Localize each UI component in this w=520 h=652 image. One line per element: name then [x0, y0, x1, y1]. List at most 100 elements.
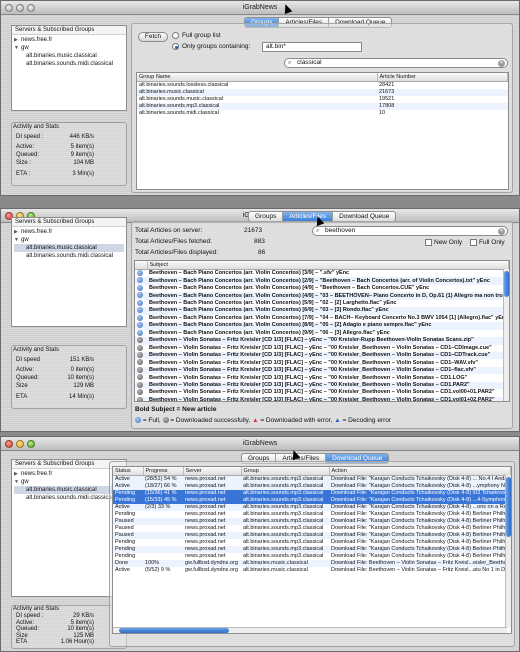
- scroll-thumb[interactable]: [504, 271, 509, 297]
- article-row[interactable]: Beethoven – Violin Sonatas – Fritz Kreis…: [135, 337, 509, 345]
- queue-row[interactable]: Pending news.proxad.net alt.binaries.sound…: [113, 539, 511, 546]
- group-item[interactable]: alt.binaries.music.classical: [14, 52, 124, 60]
- tab-articles-files[interactable]: Articles/Files: [283, 212, 334, 221]
- horizontal-scrollbar[interactable]: [113, 627, 507, 633]
- groups-table[interactable]: Group Name Article Number alt.binaries.so…: [136, 72, 509, 190]
- queue-row[interactable]: Active (5/52) 9 % gw.fullbsd.dyndns.org alt…: [113, 567, 511, 574]
- queue-row[interactable]: Active (18/27) 66 % news.proxad.net alt.bin…: [113, 483, 511, 490]
- zoom-icon[interactable]: [27, 4, 35, 12]
- article-row[interactable]: Beethoven – Violin Sonatas – Fritz Kreis…: [135, 351, 509, 360]
- group-item[interactable]: alt.binaries.sounds.midi.classical: [14, 252, 124, 260]
- servers-groups-list[interactable]: Servers & Subscribed Groups ▶ news.free.f…: [11, 217, 127, 327]
- column-header-subject[interactable]: Subject: [147, 261, 509, 270]
- zoom-icon[interactable]: [27, 440, 35, 448]
- scroll-thumb[interactable]: [119, 628, 229, 633]
- article-row[interactable]: Beethoven – Bach Piano Concertos (arr. V…: [135, 322, 509, 330]
- tab-groups[interactable]: Groups: [249, 212, 284, 221]
- article-row[interactable]: Beethoven – Violin Sonatas – Fritz Kreis…: [135, 344, 509, 352]
- article-row[interactable]: Beethoven – Bach Piano Concertos (arr. V…: [135, 292, 509, 300]
- table-row[interactable]: alt.binaries.music.classical 21673: [137, 89, 508, 96]
- clear-search-icon[interactable]: ✕: [498, 60, 505, 67]
- article-row[interactable]: Beethoven – Bach Piano Concertos (arr. V…: [135, 307, 509, 315]
- article-row[interactable]: Beethoven – Violin Sonatas – Fritz Kreis…: [135, 359, 509, 366]
- disclosure-right-icon[interactable]: ▶: [14, 470, 21, 478]
- title-bar[interactable]: iGrabNews: [1, 437, 519, 451]
- column-header-status[interactable]: [135, 261, 148, 270]
- radio-only-groups-containing[interactable]: Only groups containing:: [172, 43, 250, 50]
- queue-row[interactable]: Paused news.proxad.net alt.binaries.sounds…: [113, 532, 511, 539]
- close-icon[interactable]: [5, 440, 13, 448]
- article-row[interactable]: Beethoven – Bach Piano Concertos (arr. V…: [135, 299, 509, 307]
- article-row[interactable]: Beethoven – Violin Sonatas – Fritz Kreis…: [135, 374, 509, 381]
- queue-row[interactable]: Pending (15/36) 41 % news.proxad.net alt.bi…: [113, 490, 511, 497]
- article-row[interactable]: Beethoven – Bach Piano Concertos (arr. V…: [135, 314, 509, 322]
- server-item-gw[interactable]: ▼ gw: [14, 44, 124, 52]
- server-item-gw[interactable]: ▼ gw: [14, 478, 124, 486]
- article-row[interactable]: Beethoven – Bach Piano Concertos (arr. V…: [135, 329, 509, 337]
- tab-download-queue[interactable]: Download Queue: [333, 212, 395, 221]
- server-item-news-free[interactable]: ▶ news.free.fr: [14, 36, 124, 44]
- radio-button[interactable]: [172, 43, 179, 50]
- queue-row[interactable]: Pending news.proxad.net alt.binaries.sound…: [113, 553, 511, 560]
- column-header-article-number[interactable]: Article Number: [377, 73, 508, 82]
- title-bar[interactable]: iGrabNews: [1, 1, 519, 15]
- group-item-selected[interactable]: alt.binaries.music.classical: [14, 244, 124, 252]
- server-item-news-free[interactable]: ▶ news.free.fr: [14, 470, 124, 478]
- vertical-scrollbar[interactable]: [505, 475, 511, 628]
- queue-row[interactable]: Active (28/51) 54 % news.proxad.net alt.bin…: [113, 475, 511, 483]
- server-item-news-free[interactable]: ▶ news.free.fr: [14, 228, 124, 236]
- queue-row[interactable]: Pending news.proxad.net alt.binaries.sound…: [113, 546, 511, 553]
- article-row[interactable]: Beethoven – Bach Piano Concertos (arr. V…: [135, 270, 509, 278]
- full-only-checkbox[interactable]: Full Only: [470, 239, 505, 246]
- table-row[interactable]: alt.binaries.sounds.midi.classical 10: [137, 110, 508, 117]
- queue-row[interactable]: Paused news.proxad.net alt.binaries.sounds…: [113, 525, 511, 532]
- radio-full-group-list[interactable]: Full group list: [172, 32, 221, 39]
- article-row[interactable]: Beethoven – Violin Sonatas – Fritz Kreis…: [135, 389, 509, 396]
- minimize-icon[interactable]: [16, 440, 24, 448]
- article-row[interactable]: Beethoven – Violin Sonatas – Fritz Kreis…: [135, 381, 509, 390]
- search-field[interactable]: ⌕ beethoven ✕: [312, 226, 508, 236]
- column-header-action[interactable]: Action: [329, 467, 511, 476]
- disclosure-down-icon[interactable]: ▼: [14, 44, 21, 52]
- queue-row[interactable]: Pending (15/33) 45 % news.proxad.net alt.bi…: [113, 497, 511, 504]
- article-row[interactable]: Beethoven – Violin Sonatas – Fritz Kreis…: [135, 366, 509, 375]
- articles-table[interactable]: Subject Beethoven – Bach Piano Concertos…: [134, 260, 510, 402]
- disclosure-down-icon[interactable]: ▼: [14, 478, 21, 486]
- minimize-icon[interactable]: [16, 4, 24, 12]
- search-field[interactable]: ⌕ classical ✕: [284, 58, 508, 68]
- close-icon[interactable]: [5, 4, 13, 12]
- article-row[interactable]: Beethoven – Bach Piano Concertos (arr. V…: [135, 284, 509, 292]
- table-row[interactable]: alt.binaries.sounds.mp3.classical 17808: [137, 103, 508, 110]
- download-queue-table[interactable]: Status Progress Server Group Action Acti…: [112, 466, 512, 634]
- servers-groups-list[interactable]: Servers & Subscribed Groups ▶ news.free.f…: [11, 25, 127, 111]
- disclosure-right-icon[interactable]: ▶: [14, 228, 21, 236]
- server-item-gw[interactable]: ▼ gw: [14, 236, 124, 244]
- column-header-group-name[interactable]: Group Name: [137, 73, 378, 82]
- column-header-progress[interactable]: Progress: [143, 467, 184, 476]
- vertical-scrollbar[interactable]: [503, 269, 509, 401]
- queue-row[interactable]: Active (2/3) 33 % news.proxad.net alt.binar…: [113, 504, 511, 511]
- table-row[interactable]: alt.binaries.sounds.lossless.classical 28…: [137, 82, 508, 90]
- disclosure-right-icon[interactable]: ▶: [14, 36, 21, 44]
- group-item[interactable]: alt.binaries.sounds.midi.classical: [14, 494, 124, 502]
- column-header-server[interactable]: Server: [183, 467, 242, 476]
- group-item[interactable]: alt.binaries.sounds.midi.classical: [14, 60, 124, 68]
- queue-row[interactable]: Paused news.proxad.net alt.binaries.sounds…: [113, 518, 511, 525]
- article-row[interactable]: Beethoven – Bach Piano Concertos (arr. V…: [135, 277, 509, 285]
- new-only-checkbox[interactable]: New Only: [425, 239, 462, 246]
- radio-button[interactable]: [172, 32, 179, 39]
- clear-search-icon[interactable]: ✕: [498, 228, 505, 235]
- fetch-button[interactable]: Fetch: [138, 32, 168, 42]
- checkbox[interactable]: [425, 239, 432, 246]
- column-header-group[interactable]: Group: [241, 467, 330, 476]
- table-row[interactable]: alt.binaries.sounds.music.classical 19521: [137, 96, 508, 103]
- queue-row[interactable]: Done 100% gw.fullbsd.dyndns.org alt.binarie…: [113, 560, 511, 567]
- column-header-status[interactable]: Status: [113, 467, 144, 476]
- checkbox[interactable]: [470, 239, 477, 246]
- article-row[interactable]: Beethoven – Violin Sonatas – Fritz Kreis…: [135, 396, 509, 401]
- group-item-selected[interactable]: alt.binaries.music.classical: [14, 486, 124, 494]
- queue-row[interactable]: Pending news.proxad.net alt.binaries.sound…: [113, 511, 511, 518]
- scroll-thumb[interactable]: [506, 477, 511, 537]
- disclosure-down-icon[interactable]: ▼: [14, 236, 21, 244]
- group-filter-field[interactable]: alt.bin*: [262, 42, 362, 52]
